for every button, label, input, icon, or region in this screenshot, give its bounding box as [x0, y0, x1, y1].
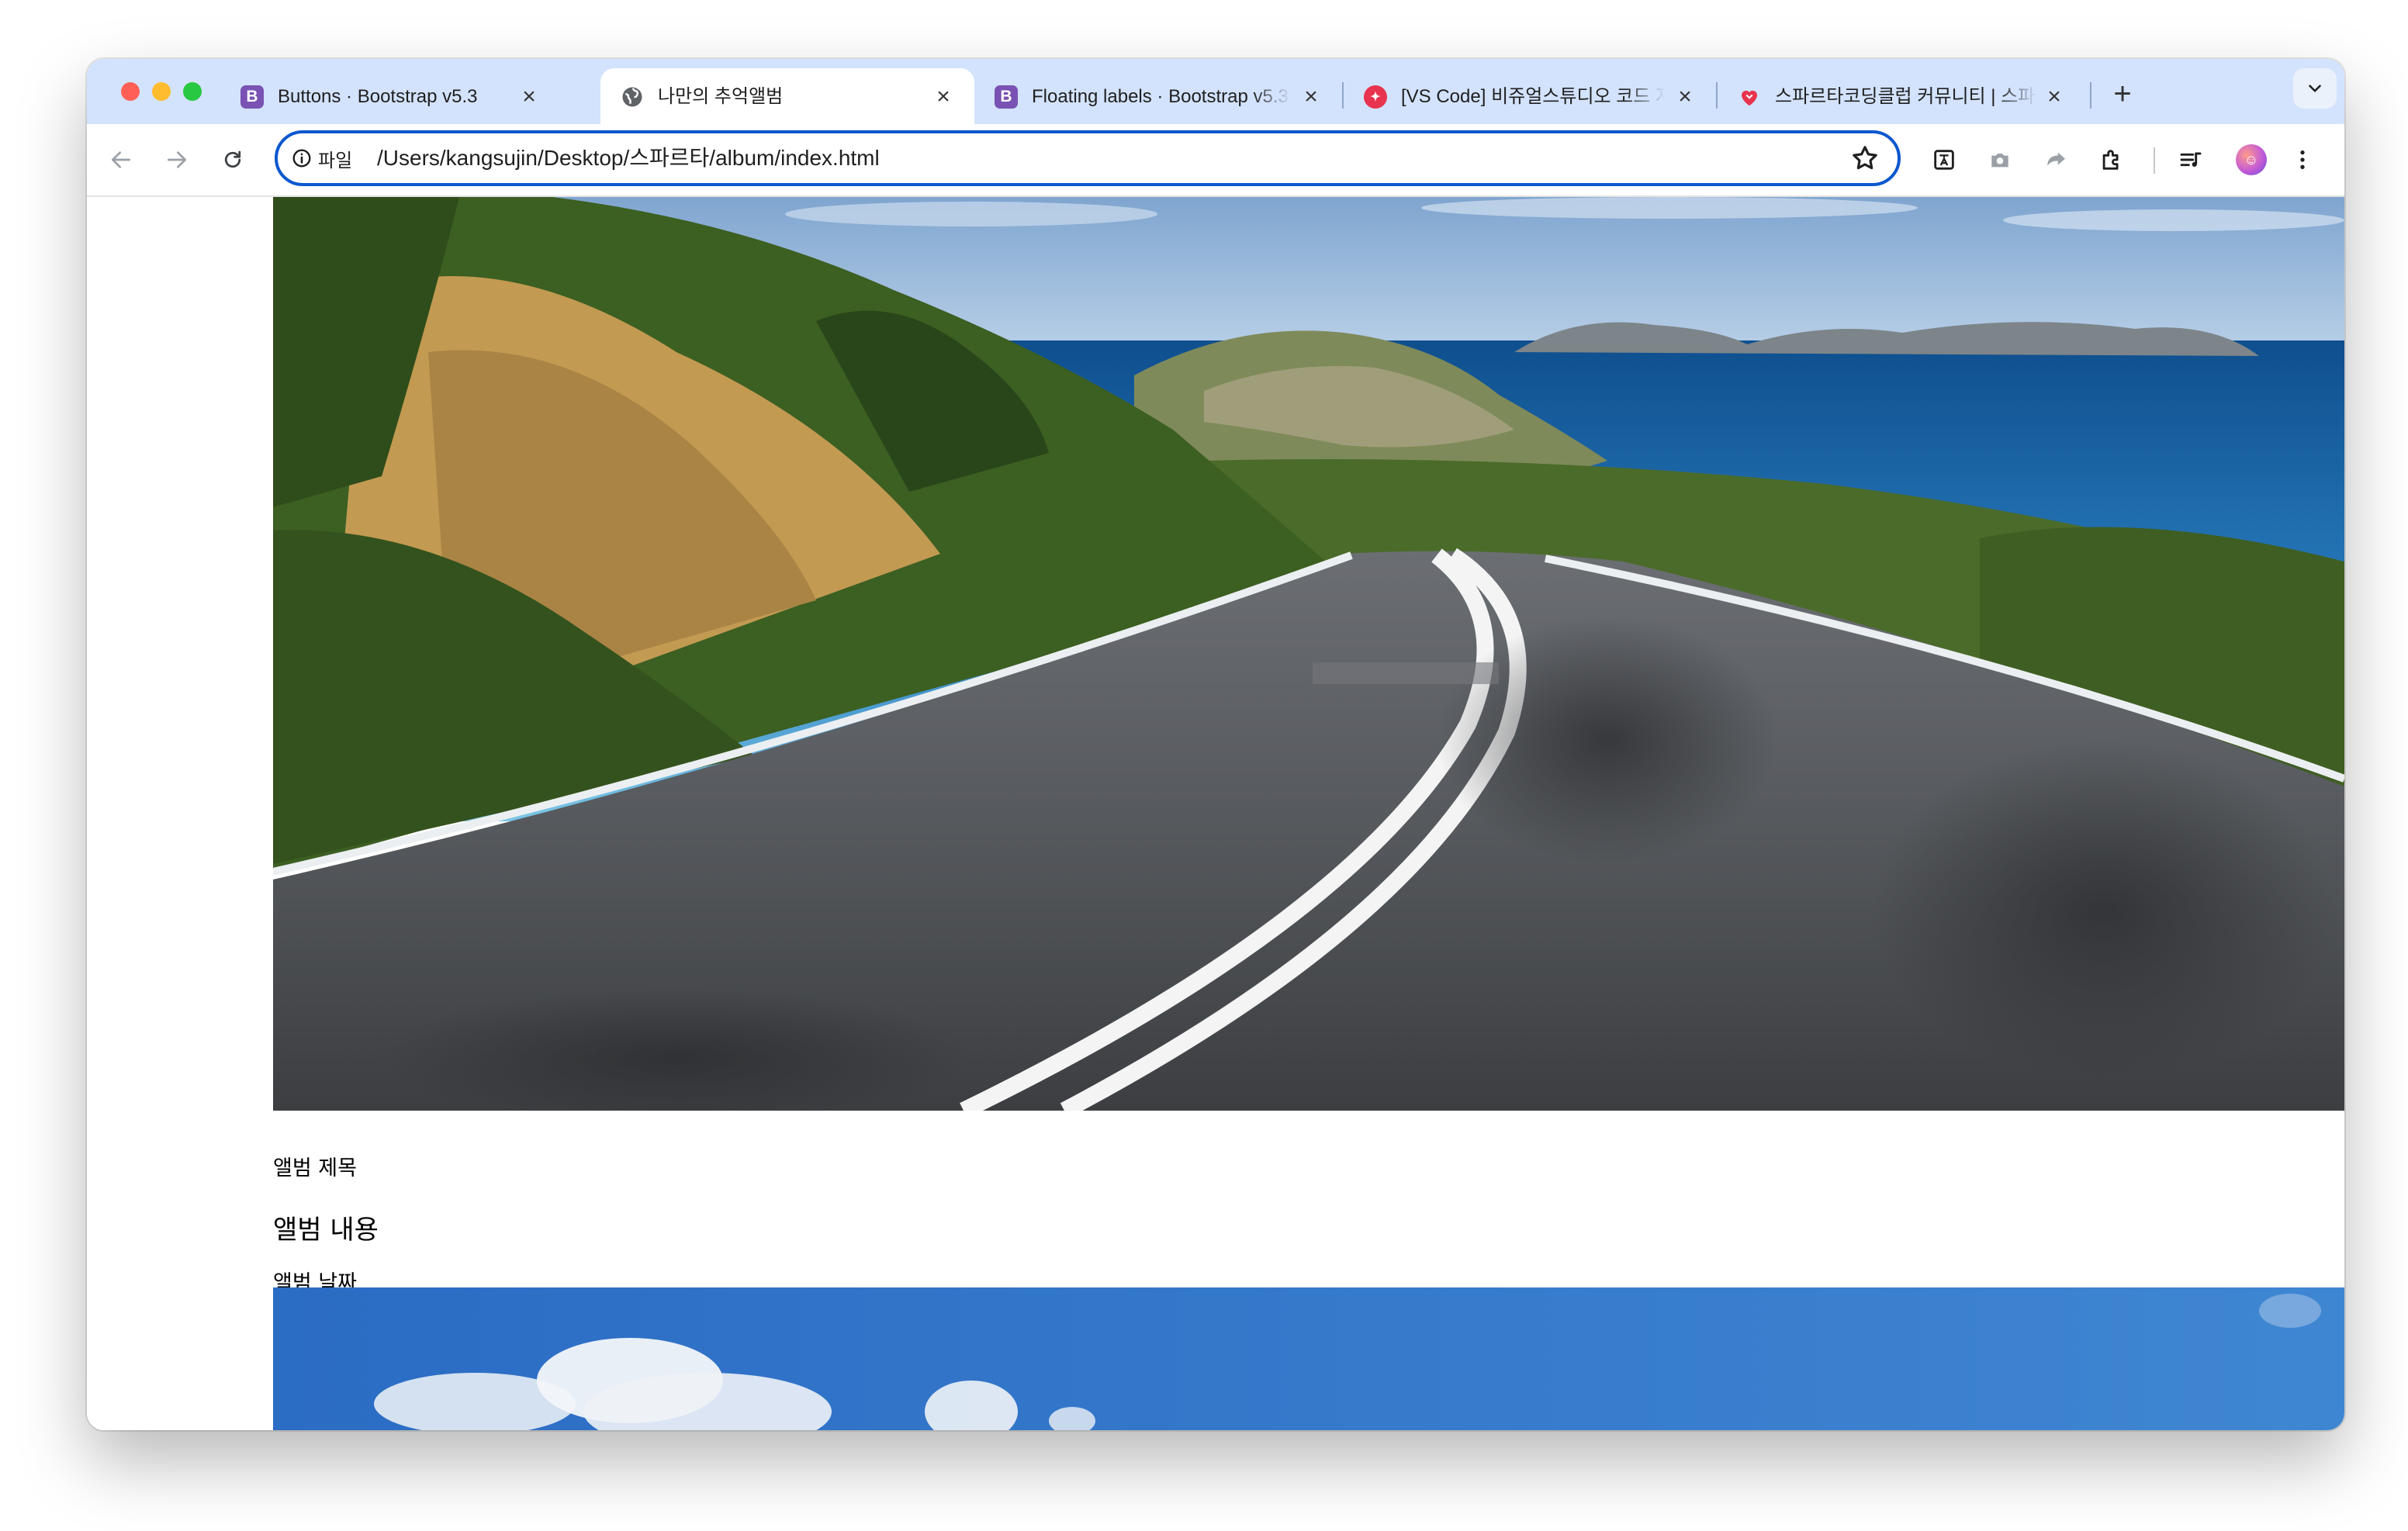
address-bar[interactable]: 파일 /Users/kangsujin/Desktop/스파르타/album/i…	[275, 130, 1901, 186]
toolbar-divider	[2154, 147, 2155, 174]
more-menu-icon[interactable]	[2285, 143, 2320, 177]
sparta-icon: ✦	[1364, 85, 1387, 109]
page-content: 앨범 제목 앨범 내용 앨범 날짜	[87, 197, 2344, 1430]
new-tab-button[interactable]: +	[2104, 76, 2141, 113]
forward-icon[interactable]	[160, 143, 194, 177]
tab-strip: B Buttons · Bootstrap v5.3 × 나만의 추억앨범 × …	[87, 59, 2344, 124]
tab-title: Buttons · Bootstrap v5.3	[278, 86, 478, 107]
tab-title: Floating labels · Bootstrap v5.3	[1032, 86, 1289, 107]
close-tab-icon[interactable]: ×	[1673, 85, 1697, 109]
url-text[interactable]: /Users/kangsujin/Desktop/스파르타/album/inde…	[377, 146, 880, 171]
camera-icon[interactable]	[1983, 143, 2017, 177]
tab-buttons-bootstrap[interactable]: B Buttons · Bootstrap v5.3 ×	[220, 68, 554, 124]
browser-window: B Buttons · Bootstrap v5.3 × 나만의 추억앨범 × …	[87, 59, 2344, 1430]
scheme-label: 파일	[318, 150, 353, 171]
close-tab-icon[interactable]: ×	[517, 85, 541, 109]
chevron-down-icon	[2309, 85, 2321, 92]
album-content: 앨범 내용	[273, 1215, 379, 1246]
site-info-button[interactable]: 파일	[292, 144, 352, 172]
tab-floating-labels-bootstrap[interactable]: B Floating labels · Bootstrap v5.3 ×	[974, 68, 1339, 124]
bookmark-star-icon[interactable]	[1849, 143, 1880, 174]
heart-icon	[1738, 85, 1761, 109]
extensions-icon[interactable]	[2095, 143, 2129, 177]
bootstrap-icon: B	[995, 85, 1018, 109]
reload-icon[interactable]	[216, 143, 250, 177]
tab-separator	[2090, 82, 2091, 109]
tab-search-button[interactable]	[2293, 68, 2337, 109]
close-tab-icon[interactable]: ×	[931, 85, 956, 109]
tab-title: [VS Code] 비쥬얼스튜디오 코드 자동	[1401, 86, 1665, 107]
album-photo-road	[273, 197, 2344, 1111]
minimize-window-button[interactable]	[152, 82, 171, 101]
info-icon	[292, 149, 311, 168]
tab-title: 스파르타코딩클럽 커뮤니티 | 스파르타	[1775, 86, 2037, 107]
globe-icon	[621, 85, 644, 109]
bootstrap-icon: B	[240, 85, 264, 109]
close-tab-icon[interactable]: ×	[1299, 85, 1323, 109]
back-icon[interactable]	[104, 143, 138, 177]
close-tab-icon[interactable]: ×	[2042, 85, 2067, 109]
album-photo-sky	[273, 1287, 2344, 1430]
tab-sparta-community[interactable]: 스파르타코딩클럽 커뮤니티 | 스파르타 ×	[1718, 68, 2084, 124]
browser-toolbar: 파일 /Users/kangsujin/Desktop/스파르타/album/i…	[87, 124, 2344, 197]
share-icon[interactable]	[2039, 143, 2073, 177]
album-title: 앨범 제목	[273, 1156, 357, 1180]
tab-vscode-article[interactable]: ✦ [VS Code] 비쥬얼스튜디오 코드 자동 ×	[1344, 68, 1713, 124]
profile-avatar-icon[interactable]: ☺	[2236, 144, 2267, 175]
reading-list-icon[interactable]	[2174, 143, 2208, 177]
tab-album-active[interactable]: 나만의 추억앨범 ×	[600, 68, 974, 124]
maximize-window-button[interactable]	[183, 82, 202, 101]
close-window-button[interactable]	[121, 82, 140, 101]
tab-title: 나만의 추억앨범	[658, 86, 784, 107]
translate-icon[interactable]	[1927, 143, 1961, 177]
